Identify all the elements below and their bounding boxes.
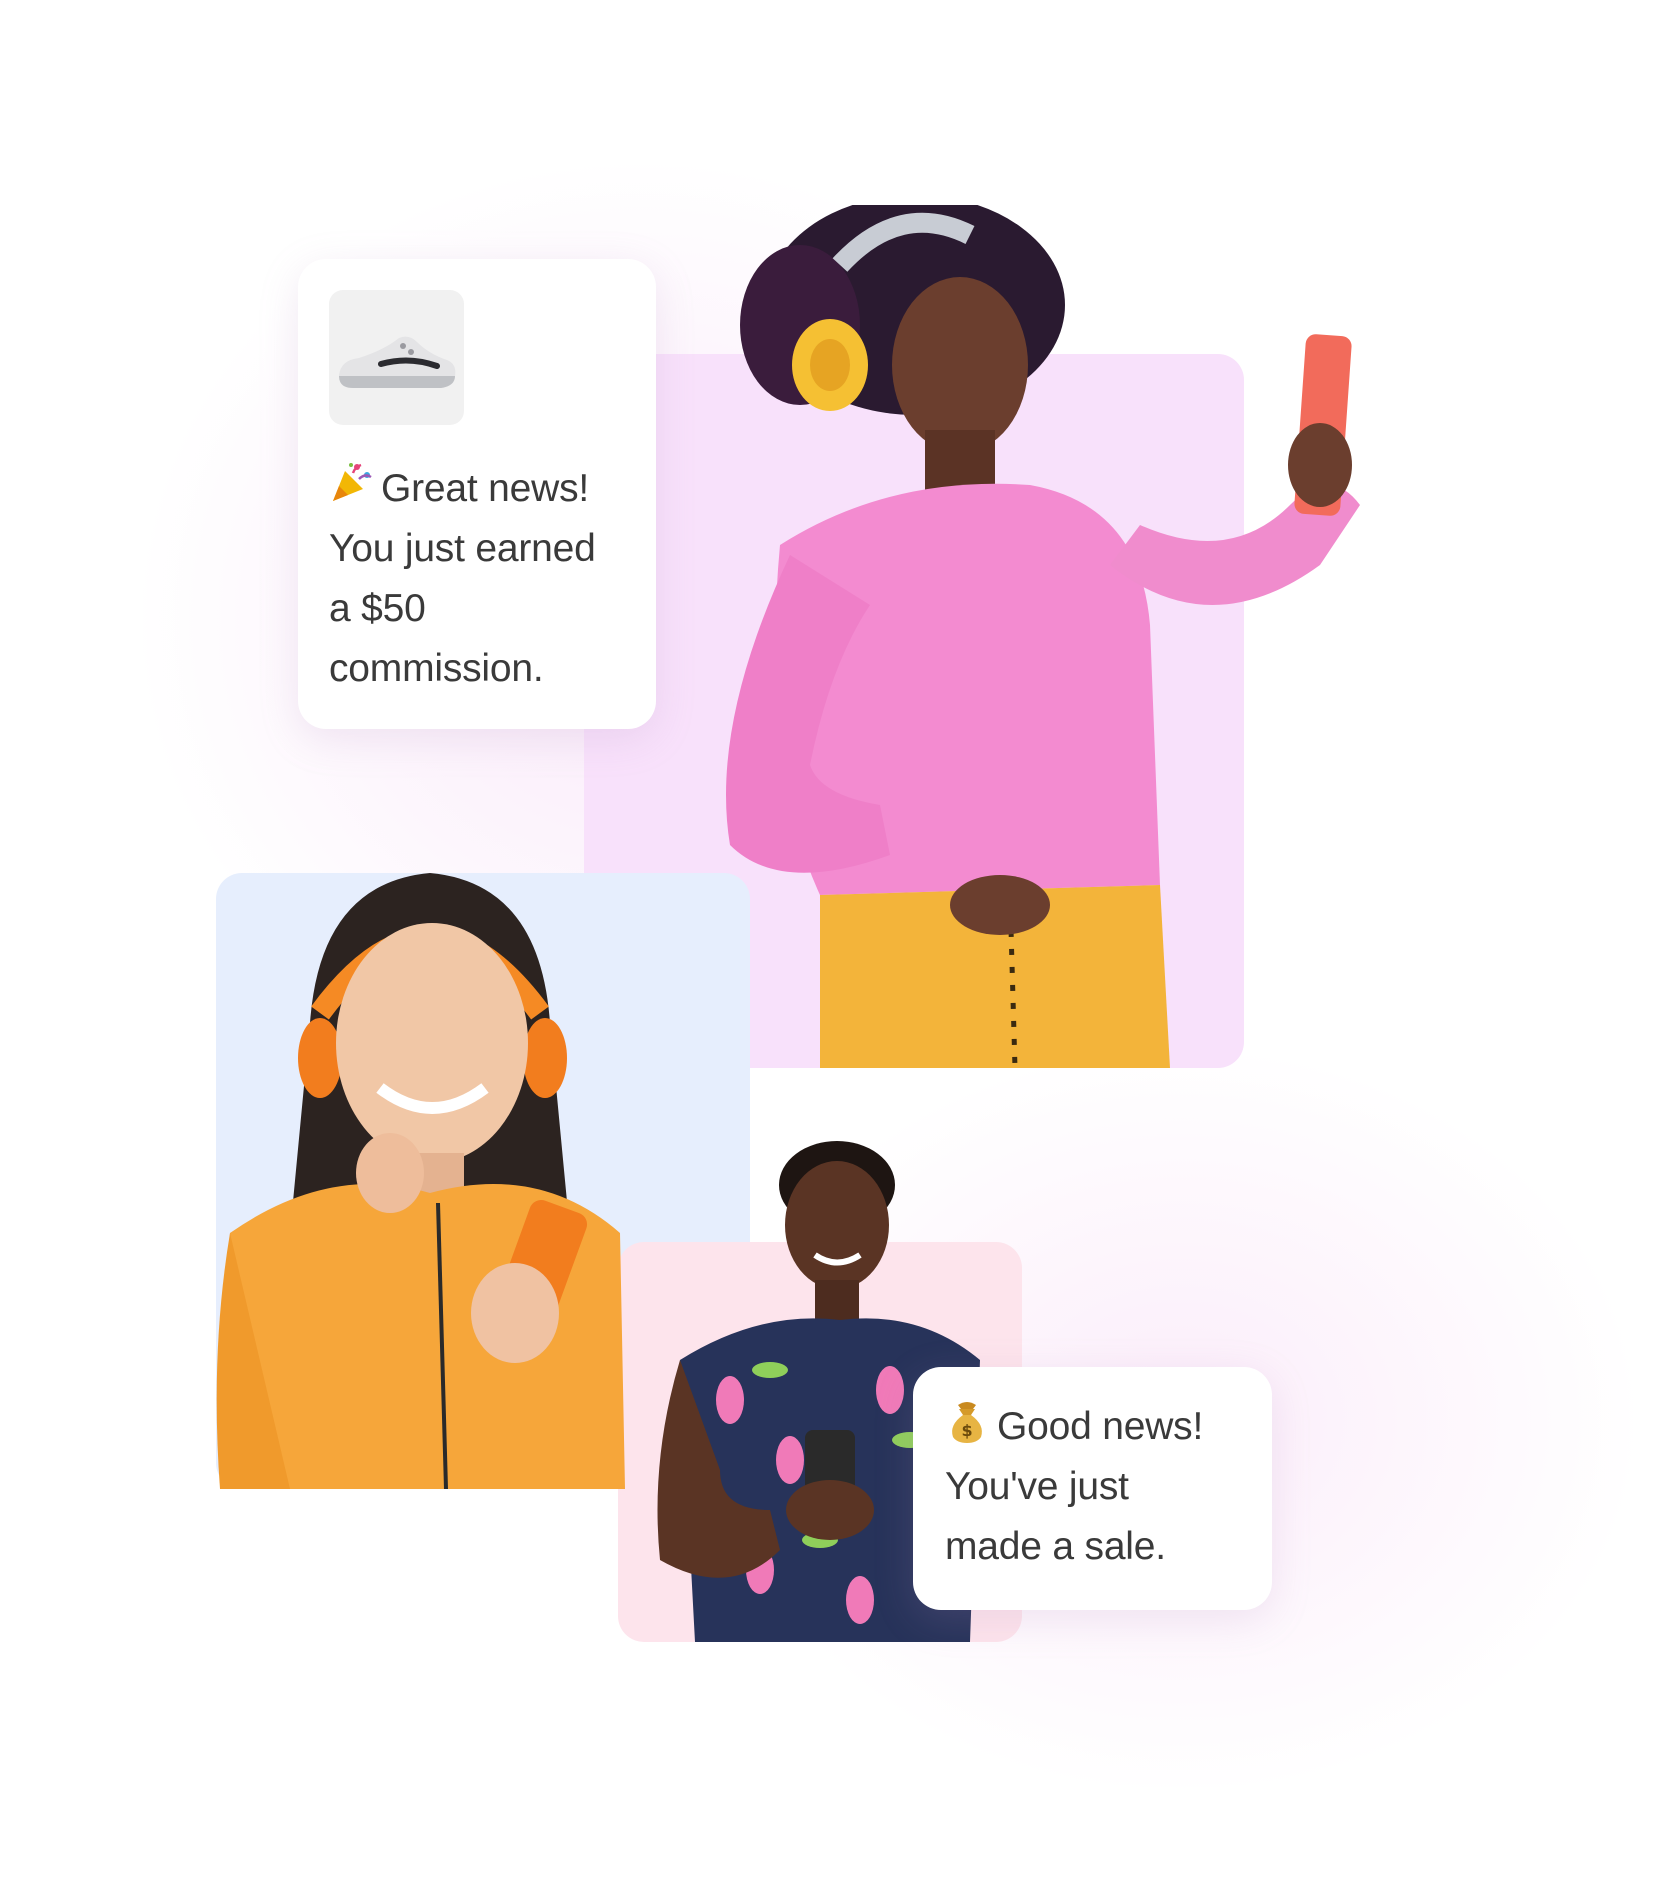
sale-notification-card: $ Good news! You've just made a sale. [913,1367,1272,1610]
party-popper-icon [333,463,372,501]
product-thumbnail [329,290,464,425]
commission-line-2: You just earned [329,527,596,570]
woman-pink-sweater-photo [726,205,1360,1068]
commission-message: Great news! You just earned a $50 commis… [329,459,639,699]
sneaker-icon [339,336,456,388]
sale-line-1: $ Good news! [945,1397,1255,1457]
commission-notification-card: Great news! You just earned a $50 commis… [298,259,656,729]
sale-line-3: made a sale. [945,1525,1166,1568]
svg-text:$: $ [962,1421,973,1440]
sale-message: $ Good news! You've just made a sale. [945,1397,1255,1577]
commission-line-3: a $50 [329,587,426,630]
commission-line-4: commission. [329,647,544,690]
woman-orange-jacket-photo [216,873,625,1489]
commission-line-1: Great news! [329,459,639,519]
sale-line-2: You've just [945,1465,1129,1508]
money-bag-icon: $ [952,1402,982,1443]
